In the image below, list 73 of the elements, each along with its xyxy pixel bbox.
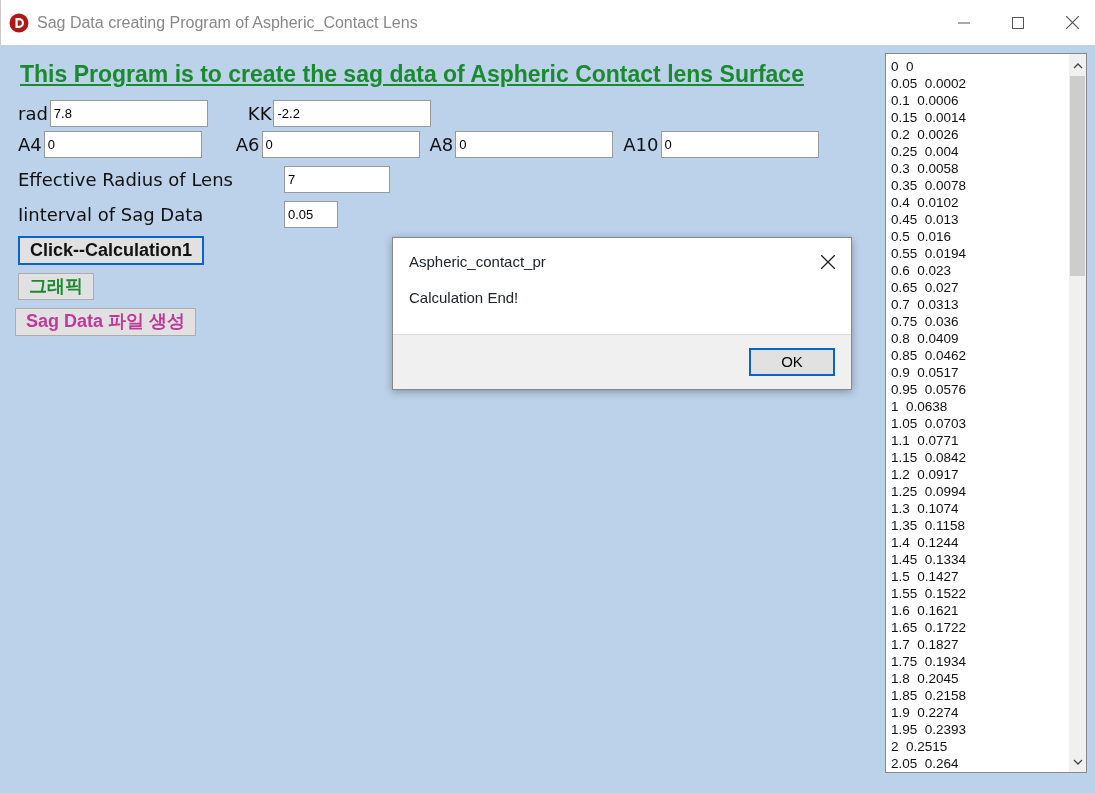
list-item: 0.1 0.0006 [890,92,960,109]
close-icon[interactable] [821,254,835,269]
list-item: 1.05 0.0703 [890,415,968,432]
input-field[interactable]: -2.2 [273,99,432,127]
list-item: 1.75 0.1934 [890,653,968,670]
list-item: 0.2 0.0026 [890,126,960,143]
maximize-icon[interactable] [1012,16,1024,29]
input-field[interactable]: 0 [261,130,420,158]
action-button[interactable]: Sag Data 파일 생성 [15,308,197,336]
list-item: 0.9 0.0517 [890,364,960,381]
list-item: 1.2 0.0917 [890,466,960,483]
list-item: 0.65 0.027 [890,279,960,296]
list-item: 0.7 0.0313 [890,296,960,313]
window-title: Sag Data creating Program of Aspheric_Contact Lens [37,12,418,33]
heading: This Program is to create the sag data of Aspheric Contact lens Surface [20,60,804,89]
list-item: 0.5 0.016 [890,228,953,245]
list-item: 0.25 0.004 [890,143,960,160]
field-label: A10 [623,132,659,157]
list-item: 2 0.2515 [890,738,949,755]
input-field[interactable]: 0 [660,130,819,158]
list-item: 1.9 0.2274 [890,704,960,721]
list-item: 1.95 0.2393 [890,721,968,738]
scroll-down-icon[interactable] [1072,758,1083,766]
list-item: 2.05 0.264 [890,755,960,772]
list-item: 1.3 0.1074 [890,500,960,517]
list-item: 0.05 0.0002 [890,75,968,92]
list-item: 1.45 0.1334 [890,551,968,568]
list-item: 0.95 0.0576 [890,381,968,398]
dialog-message: Calculation End! [409,288,519,306]
list-item: 1 0.0638 [890,398,949,415]
list-item: 1.8 0.2045 [890,670,960,687]
list-item: 1.5 0.1427 [890,568,960,585]
list-item: 0.55 0.0194 [890,245,968,262]
input-field[interactable]: 7.8 [49,99,208,127]
list-item: 0.75 0.036 [890,313,960,330]
list-item: 0.3 0.0058 [890,160,960,177]
input-field[interactable]: 0 [43,130,202,158]
list-item: 1.35 0.1158 [890,517,967,534]
input-field[interactable]: 0 [455,130,614,158]
close-icon[interactable] [1065,16,1079,29]
input-field[interactable]: 7 [284,165,390,193]
field-label: Effective Radius of Lens [18,167,234,192]
list-item: 0.45 0.013 [890,211,960,228]
list-item: 0.6 0.023 [890,262,953,279]
list-item: 1.6 0.1621 [890,602,960,619]
dialog-title: Aspheric_contact_pr [409,251,546,272]
list-item: 1.25 0.0994 [890,483,968,500]
list-item: 0.35 0.0078 [890,177,968,194]
list-item: 1.55 0.1522 [890,585,968,602]
list-item: 1.85 0.2158 [890,687,968,704]
list-item: 0.4 0.0102 [890,194,960,211]
sag-data-list[interactable] [885,53,1087,773]
app-logo-icon [9,12,29,33]
scroll-up-icon[interactable] [1072,62,1083,70]
input-field[interactable]: 0.05 [284,200,338,228]
ok-button[interactable]: OK [749,348,835,377]
list-item: 0.85 0.0462 [890,347,968,364]
field-label: rad [18,101,48,126]
list-item: 1.65 0.1722 [890,619,968,636]
list-item: 1.1 0.0771 [890,432,960,449]
list-item: 0.15 0.0014 [890,109,968,126]
list-item: 0 0 [890,58,915,75]
list-item: 1.7 0.1827 [890,636,960,653]
list-item: 1.15 0.0842 [890,449,968,466]
field-label: Iinterval of Sag Data [18,202,205,227]
list-item: 0.8 0.0409 [890,330,960,347]
field-label: A4 [18,132,42,157]
field-label: A6 [235,132,260,157]
action-button[interactable]: Click--Calculation1 [18,235,205,265]
scrollbar-thumb[interactable] [1070,76,1085,276]
list-item: 1.4 0.1244 [890,534,960,551]
field-label: A8 [429,132,454,157]
field-label: KK [247,101,272,126]
